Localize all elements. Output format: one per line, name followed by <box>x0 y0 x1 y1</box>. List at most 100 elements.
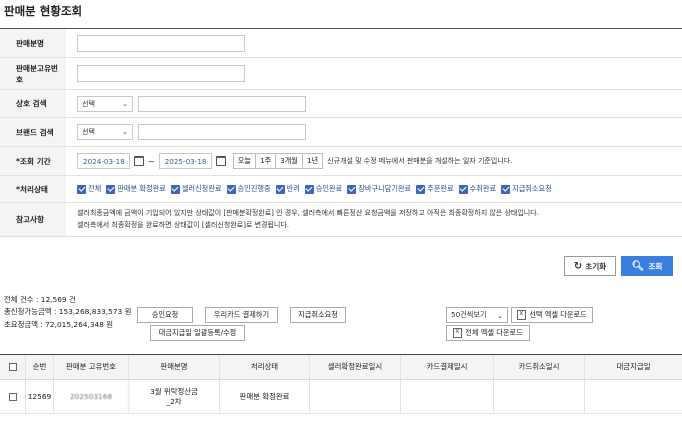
col-status: 처리상태 <box>220 355 310 379</box>
note-line-2: 셀러측에서 최종확정을 완료하면 상태값이 [셀러신청완료]로 변경됩니다. <box>77 221 290 229</box>
company-select-value: 선택 <box>82 99 95 108</box>
status-cart-checkbox[interactable]: 장바구니담기완료 <box>347 184 411 194</box>
search-button[interactable]: 🔍︎ 조회 <box>621 256 673 276</box>
sales-name-input[interactable] <box>77 34 245 52</box>
page-size-select[interactable]: 50건씩보기 ⌄ <box>446 307 508 323</box>
pay-cancel-button[interactable]: 지급취소요청 <box>290 307 346 323</box>
date-separator: ~ <box>148 156 155 166</box>
checkbox-checked-icon <box>106 184 116 194</box>
search-form: 판매분명 판매분고유번호 상호 검색 선택 ⌄ 브랜드 검색 선택 ⌄ *조회 기간… <box>0 28 682 237</box>
refresh-icon: ↻ <box>573 260 583 272</box>
excel-icon <box>453 327 463 338</box>
quick-range-group: 오늘 1주 3개월 1년 <box>232 153 324 169</box>
company-search-select[interactable]: 선택 ⌄ <box>77 95 133 112</box>
brand-search-input[interactable] <box>138 124 306 140</box>
status-rejected-checkbox[interactable]: 반려 <box>275 184 300 194</box>
chevron-down-icon: ⌄ <box>496 310 503 320</box>
status-all-checkbox[interactable]: 전체 <box>77 184 101 194</box>
cell-sales-name[interactable]: 3월 위탁정산금 _2차 <box>129 380 220 413</box>
label-status: *처리상태 <box>0 176 66 202</box>
calendar-icon[interactable] <box>134 156 144 166</box>
company-search-input[interactable] <box>138 95 306 112</box>
settle-amount: 총신청가능금액 : 153,268,833,573 원 <box>4 307 132 317</box>
status-received-checkbox[interactable]: 수취완료 <box>458 184 497 194</box>
card-payment-button[interactable]: 우리카드 결제하기 <box>205 307 278 323</box>
label-sales-id: 판매분고유번호 <box>0 58 66 89</box>
cell-pay-date <box>585 380 682 413</box>
col-cancel-date: 카드취소일시 <box>494 355 585 379</box>
date-from-input[interactable]: 2024-03-18 <box>77 153 130 169</box>
row-sales-id: 판매분고유번호 <box>0 58 682 90</box>
date-to-input[interactable]: 2025-03-18 <box>158 153 212 169</box>
excel-icon <box>517 309 527 320</box>
all-excel-button[interactable]: 전체 엑셀 다운로드 <box>446 325 530 341</box>
label-notes: 참고사항 <box>0 203 66 236</box>
note-line-1: 셀러최종금액에 금액이 기입되어 있지만 상태값이 [판매분확정완료] 인 경우… <box>77 209 539 217</box>
chevron-down-icon: ⌄ <box>122 128 128 136</box>
col-pay-date: 대금지급일 <box>616 362 651 371</box>
status-option-label: 지급취소요청 <box>512 184 552 193</box>
row-select-cell <box>0 380 26 413</box>
status-confirmed-checkbox[interactable]: 판매분 확정완료 <box>106 184 166 194</box>
row-checkbox[interactable] <box>8 392 17 401</box>
checkbox-checked-icon <box>458 184 468 194</box>
chevron-down-icon: ⌄ <box>122 99 128 108</box>
status-seller-applied-checkbox[interactable]: 셀러신청완료 <box>170 184 222 194</box>
date-note: 신규개설 및 수정 메뉴에서 판매분을 개설하는 일자 기준입니다. <box>327 157 513 165</box>
status-option-label: 승인완료 <box>315 184 343 193</box>
status-option-label: 반려 <box>286 184 300 193</box>
summary-block: 전체 건수 : 12,569 건 총신청가능금액 : 153,268,833,5… <box>4 294 132 331</box>
checkbox-checked-icon <box>77 184 86 194</box>
status-option-label: 승인진행중 <box>237 184 271 193</box>
cell-cancel-date <box>494 380 585 413</box>
batch-register-button[interactable]: 대금지급일 일괄등록/수정 <box>150 325 245 341</box>
label-sales-name: 판매분명 <box>0 29 66 57</box>
search-label: 조회 <box>648 261 663 271</box>
row-period: *조회 기간 2024-03-18 ~ 2025-03-18 오늘 1주 3개월… <box>0 147 682 176</box>
col-card-date: 카드결제일시 <box>401 355 494 379</box>
range-3month-button[interactable]: 3개월 <box>276 153 303 169</box>
label-period: *조회 기간 <box>0 147 66 175</box>
cell-card-date <box>401 380 494 413</box>
cell-seller-date <box>310 380 401 413</box>
status-option-label: 전체 <box>88 184 102 193</box>
brand-select-value: 선택 <box>82 128 95 136</box>
col-sales-name: 판매분명 <box>129 355 220 379</box>
select-all-checkbox[interactable] <box>8 363 17 371</box>
page-size-value: 50건씩보기 <box>451 310 487 319</box>
label-brand-search: 브랜드 검색 <box>0 118 66 146</box>
status-approving-checkbox[interactable]: 승인진행중 <box>226 184 271 194</box>
status-ordered-checkbox[interactable]: 주문완료 <box>416 184 454 194</box>
checkbox-checked-icon <box>416 184 426 194</box>
selected-excel-button[interactable]: 선택 엑셀 다운로드 <box>511 307 593 323</box>
page-title: 판매분 현황조회 <box>4 4 83 18</box>
brand-search-select[interactable]: 선택 ⌄ <box>77 124 133 140</box>
range-today-button[interactable]: 오늘 <box>232 153 256 169</box>
range-1week-button[interactable]: 1주 <box>255 153 277 169</box>
row-brand-search: 브랜드 검색 선택 ⌄ <box>0 118 682 147</box>
all-excel-label: 전체 엑셀 다운로드 <box>465 328 523 337</box>
table-header: 순번 판매분 고유번호 판매분명 처리상태 셀러확정완료일시 카드결제일시 카드… <box>0 355 682 380</box>
checkbox-checked-icon <box>347 184 357 194</box>
reset-label: 초기화 <box>585 261 607 271</box>
table-row[interactable]: 12569 202503168 3월 위탁정산금 _2차 판매분 확정완료 <box>0 380 682 414</box>
status-approved-checkbox[interactable]: 승인완료 <box>304 184 343 194</box>
sales-name-line-1: 3월 위탁정산금 <box>150 386 198 396</box>
final-amount: 초요청금액 : 72,015,264,348 원 <box>4 319 114 329</box>
status-cancel-checkbox[interactable]: 지급취소요청 <box>501 184 552 194</box>
approve-request-button[interactable]: 승인요청 <box>137 307 193 323</box>
row-company-search: 상호 검색 선택 ⌄ <box>0 90 682 118</box>
status-option-label: 주문완료 <box>427 184 454 193</box>
selected-excel-label: 선택 엑셀 다운로드 <box>529 310 587 319</box>
status-option-label: 수취완료 <box>469 184 497 193</box>
sales-id-input[interactable] <box>77 65 245 82</box>
checkbox-checked-icon <box>501 184 511 194</box>
row-sales-name: 판매분명 <box>0 29 682 58</box>
col-no: 순번 <box>26 355 54 379</box>
calendar-icon[interactable] <box>215 156 226 166</box>
status-option-label: 장바구니담기완료 <box>358 184 412 193</box>
reset-button[interactable]: ↻ 초기화 <box>564 256 616 276</box>
cell-sales-id[interactable]: 202503168 <box>54 380 129 413</box>
range-1year-button[interactable]: 1년 <box>302 153 324 169</box>
col-seller-date: 셀러확정완료일시 <box>310 355 401 379</box>
